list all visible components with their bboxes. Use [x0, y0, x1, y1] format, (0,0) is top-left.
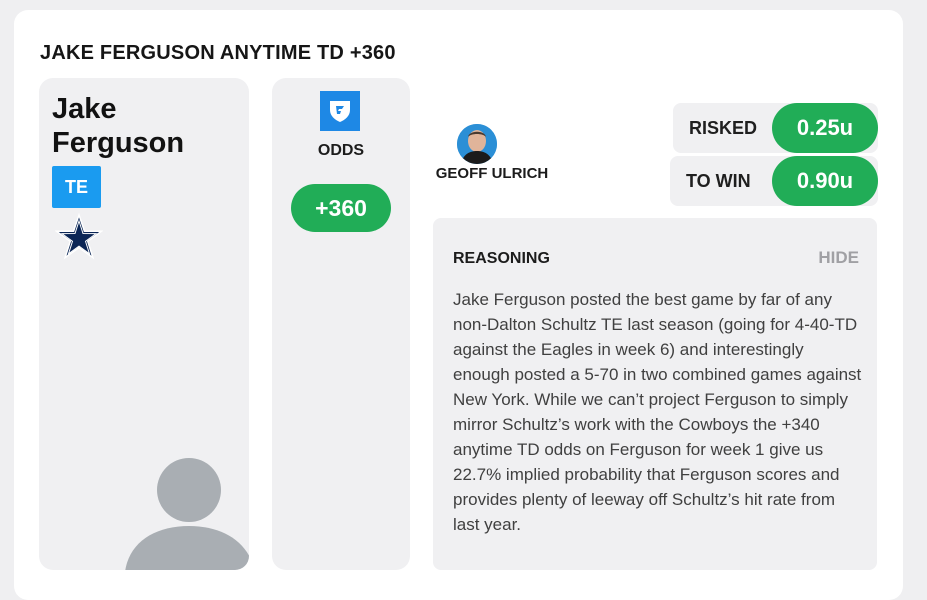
reasoning-text: Jake Ferguson posted the best game by fa… — [453, 290, 862, 534]
capper-name: GEOFF ULRICH — [435, 165, 549, 182]
player-panel: Jake Ferguson TE — [39, 78, 249, 570]
capper-avatar — [457, 124, 497, 164]
player-name: Jake Ferguson — [52, 93, 185, 159]
to-win-label: TO WIN — [686, 171, 751, 191]
person-silhouette-icon — [125, 458, 249, 570]
fanduel-shield-icon — [320, 91, 360, 131]
pick-card: JAKE FERGUSON ANYTIME TD +360 Jake Fergu… — [14, 10, 903, 600]
pick-title: JAKE FERGUSON ANYTIME TD +360 — [40, 42, 396, 64]
hide-button[interactable]: HIDE — [818, 248, 859, 268]
reasoning-heading: REASONING — [453, 250, 550, 267]
to-win-row: TO WIN 0.90u — [670, 156, 878, 206]
risked-value-pill: 0.25u — [772, 103, 878, 153]
odds-panel: ODDS +360 — [272, 78, 410, 570]
to-win-value-pill: 0.90u — [772, 156, 878, 206]
cowboys-star-icon — [55, 213, 103, 260]
risked-label: RISKED — [689, 118, 758, 138]
risked-row: RISKED 0.25u — [673, 103, 878, 153]
position-badge: TE — [52, 166, 101, 208]
reasoning-box: REASONING HIDE Jake Ferguson posted the … — [433, 218, 877, 570]
odds-value-pill: +360 — [291, 184, 391, 232]
odds-label: ODDS — [317, 142, 365, 159]
